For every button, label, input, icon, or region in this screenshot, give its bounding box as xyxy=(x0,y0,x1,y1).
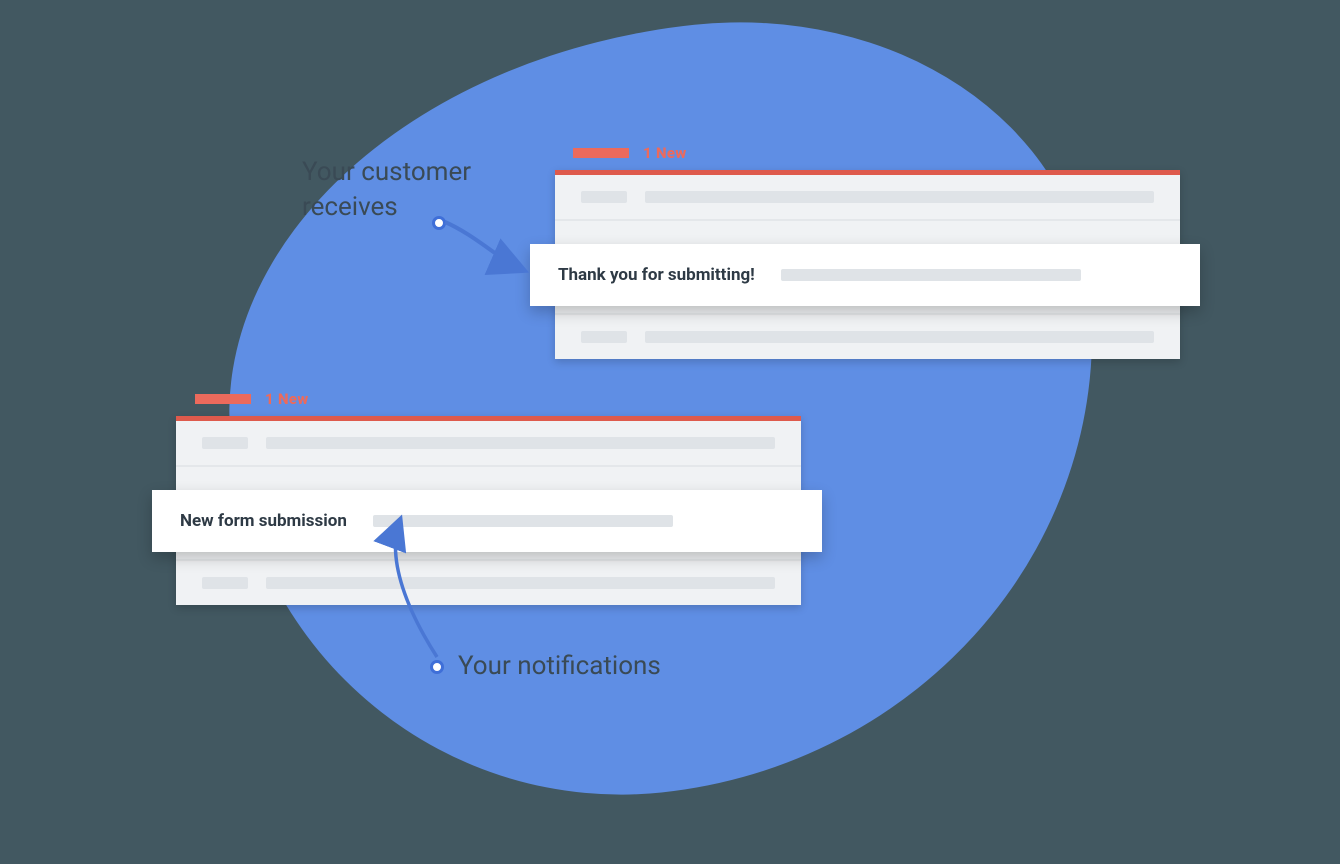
new-badge-customer: 1 New xyxy=(573,144,687,162)
caption-customer: Your customerreceives xyxy=(302,155,471,225)
caption-anchor-dot xyxy=(430,660,444,674)
placeholder-short xyxy=(202,577,248,589)
placeholder-long xyxy=(266,577,775,589)
placeholder-short xyxy=(581,191,627,203)
badge-text: 1 New xyxy=(265,390,309,408)
caption-anchor-dot xyxy=(432,216,446,230)
inbox-row xyxy=(555,313,1180,359)
inbox-row xyxy=(176,559,801,605)
placeholder-long xyxy=(266,437,775,449)
placeholder-long xyxy=(373,515,673,527)
new-message-card-customer: Thank you for submitting! xyxy=(530,244,1200,306)
badge-bar xyxy=(195,394,251,404)
placeholder-long xyxy=(645,331,1154,343)
placeholder-long xyxy=(781,269,1081,281)
message-subject: Thank you for submitting! xyxy=(558,265,755,285)
inbox-row xyxy=(555,175,1180,219)
new-badge-notifications: 1 New xyxy=(195,390,309,408)
inbox-row xyxy=(176,421,801,465)
message-subject: New form submission xyxy=(180,511,347,531)
new-message-card-notifications: New form submission xyxy=(152,490,822,552)
placeholder-short xyxy=(581,331,627,343)
caption-notifications: Your notifications xyxy=(458,649,661,684)
placeholder-long xyxy=(645,191,1154,203)
badge-text: 1 New xyxy=(643,144,687,162)
badge-bar xyxy=(573,148,629,158)
placeholder-short xyxy=(202,437,248,449)
